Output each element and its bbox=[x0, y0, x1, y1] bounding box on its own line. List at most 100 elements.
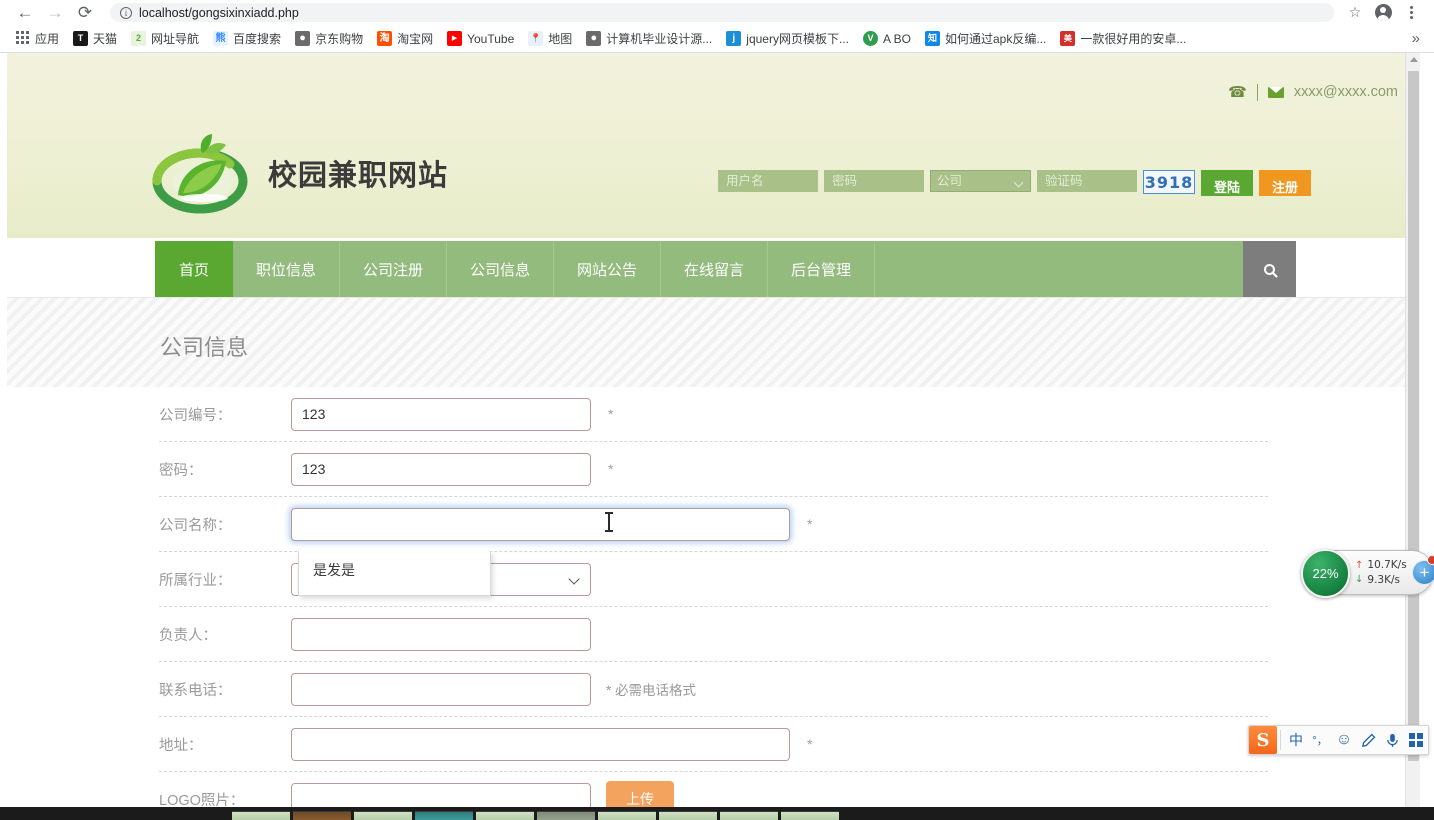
input-password[interactable] bbox=[291, 452, 591, 486]
label-industry: 所属行业： bbox=[159, 572, 232, 589]
scroll-up-arrow-icon[interactable] bbox=[1409, 57, 1418, 62]
bookmark-zhihu-apk[interactable]: 知 如何通过apk反编... bbox=[918, 27, 1053, 50]
sogou-logo-icon[interactable]: S bbox=[1249, 726, 1277, 754]
tmall-icon: T bbox=[73, 31, 89, 46]
page-scrollbar[interactable] bbox=[1405, 53, 1420, 820]
nav-item-job-info[interactable]: 职位信息 bbox=[233, 241, 340, 297]
network-percent-ball[interactable]: 22% bbox=[1301, 549, 1350, 598]
bookmark-star-icon[interactable]: ☆ bbox=[1342, 1, 1368, 25]
search-icon bbox=[1264, 263, 1275, 275]
bookmark-tmall[interactable]: T 天猫 bbox=[66, 27, 124, 50]
nav-item-message-board[interactable]: 在线留言 bbox=[661, 241, 768, 297]
chrome-toolbar-right: ☆ bbox=[1334, 1, 1424, 25]
input-address[interactable] bbox=[291, 727, 790, 761]
brand[interactable]: 校园兼职网站 bbox=[150, 131, 448, 215]
taskbar-item[interactable] bbox=[720, 811, 778, 820]
username-input[interactable] bbox=[718, 170, 818, 192]
pen-icon[interactable] bbox=[1356, 726, 1380, 754]
login-button[interactable]: 登陆 bbox=[1201, 170, 1253, 196]
label-phone: 联系电话： bbox=[159, 682, 232, 699]
site-info-icon[interactable]: i bbox=[120, 6, 132, 19]
scrollbar-thumb[interactable] bbox=[1408, 71, 1419, 761]
zhihu-icon: 知 bbox=[924, 31, 940, 46]
bookmark-label: 地图 bbox=[548, 32, 573, 46]
required-mark: * bbox=[608, 406, 614, 422]
bookmark-label: 如何通过apk反编... bbox=[944, 32, 1047, 46]
taskbar-item[interactable] bbox=[781, 811, 839, 820]
role-select[interactable]: 公司 bbox=[930, 170, 1031, 192]
address-bar[interactable]: i localhost/gongsixinxiadd.php bbox=[110, 3, 1334, 22]
reload-icon[interactable]: ⟳ bbox=[70, 1, 100, 25]
bookmark-graduation-design[interactable]: ● 计算机毕业设计源... bbox=[579, 27, 719, 50]
header-email: xxxx@xxxx.com bbox=[1293, 84, 1398, 100]
nav-item-company-register[interactable]: 公司注册 bbox=[340, 241, 447, 297]
form-row-manager: 负责人： bbox=[159, 607, 1268, 662]
taskbar-item[interactable] bbox=[232, 811, 290, 820]
site-header: ☎ xxxx@xxxx.com 校园兼职网站 用户名 公司 验证码 3918 登… bbox=[7, 53, 1420, 238]
website-page: ☎ xxxx@xxxx.com 校园兼职网站 用户名 公司 验证码 3918 登… bbox=[7, 53, 1420, 820]
autocomplete-item[interactable]: 是发是 bbox=[299, 551, 490, 589]
leaf-circle-logo bbox=[150, 131, 250, 215]
input-company-name[interactable] bbox=[291, 507, 790, 541]
bookmark-baidu[interactable]: 熊 百度搜索 bbox=[206, 27, 288, 50]
taskbar-item[interactable] bbox=[476, 811, 534, 820]
register-button[interactable]: 注册 bbox=[1259, 170, 1311, 196]
nav-item-company-info[interactable]: 公司信息 bbox=[447, 241, 554, 297]
bookmark-label: jquery网页模板下... bbox=[746, 32, 849, 46]
mail-icon bbox=[1267, 86, 1284, 98]
taskbar-item[interactable] bbox=[598, 811, 656, 820]
bookmark-apps[interactable]: 应用 bbox=[8, 27, 66, 50]
captcha-input[interactable] bbox=[1037, 170, 1137, 192]
mic-icon[interactable] bbox=[1380, 726, 1404, 754]
bookmark-a-bo[interactable]: V A BO bbox=[856, 28, 918, 49]
address-bar-url: localhost/gongsixinxiadd.php bbox=[139, 5, 299, 20]
bookmark-youtube[interactable]: ▶ YouTube bbox=[440, 28, 521, 49]
bookmark-label: 网址导航 bbox=[151, 32, 200, 46]
taskbar-item[interactable] bbox=[537, 811, 595, 820]
password-input[interactable] bbox=[824, 170, 924, 192]
divider bbox=[1280, 730, 1281, 750]
ime-punctuation-button[interactable]: °， bbox=[1308, 726, 1332, 754]
bookmark-label: 计算机毕业设计源... bbox=[606, 32, 713, 46]
apps-grid-icon bbox=[15, 31, 30, 46]
label-address: 地址： bbox=[159, 737, 203, 754]
taskbar-item[interactable] bbox=[354, 811, 412, 820]
network-speed-widget[interactable]: 22% ↑ 10.7K/s ↓ 9.3K/s + bbox=[1301, 549, 1434, 598]
text-cursor-icon bbox=[605, 512, 613, 532]
required-mark: * bbox=[807, 516, 813, 532]
bookmark-hao123[interactable]: 2 网址导航 bbox=[124, 27, 206, 50]
apps-grid-icon[interactable] bbox=[1404, 726, 1428, 754]
required-mark: * bbox=[807, 736, 813, 752]
profile-avatar[interactable] bbox=[1370, 1, 1396, 25]
back-arrow-icon[interactable]: ← bbox=[10, 1, 40, 25]
bookmark-taobao[interactable]: 淘 淘宝网 bbox=[370, 27, 440, 50]
nav-search-button[interactable] bbox=[1243, 241, 1296, 297]
notification-dot-icon bbox=[1427, 555, 1434, 565]
nav-item-announcements[interactable]: 网站公告 bbox=[554, 241, 661, 297]
input-company-id[interactable] bbox=[291, 397, 591, 431]
bookmark-jd[interactable]: ● 京东购物 bbox=[288, 27, 370, 50]
ime-language-mode-button[interactable]: 中 bbox=[1284, 726, 1308, 754]
taskbar-item[interactable] bbox=[415, 811, 473, 820]
bookmark-jquery-template[interactable]: j jquery网页模板下... bbox=[719, 27, 856, 50]
taskbar-item[interactable] bbox=[659, 811, 717, 820]
ime-toolbar[interactable]: S 中 °， ☺ bbox=[1248, 725, 1429, 755]
nav-item-home[interactable]: 首页 bbox=[155, 241, 233, 297]
bookmarks-overflow-icon[interactable]: » bbox=[1406, 30, 1426, 47]
form-row-company-id: 公司编号： * bbox=[159, 387, 1268, 442]
page-viewport: ☎ xxxx@xxxx.com 校园兼职网站 用户名 公司 验证码 3918 登… bbox=[0, 53, 1434, 820]
taskbar-item[interactable] bbox=[293, 811, 351, 820]
hao123-icon: 2 bbox=[131, 31, 147, 46]
company-info-form: 公司编号： * 密码： * 公司名称： * 所属行业： bbox=[7, 387, 1420, 820]
input-phone[interactable] bbox=[291, 672, 591, 706]
nav-item-admin[interactable]: 后台管理 bbox=[768, 241, 875, 297]
captcha-code[interactable]: 3918 bbox=[1143, 170, 1195, 194]
autocomplete-dropdown[interactable]: 是发是 bbox=[298, 551, 491, 596]
input-manager[interactable] bbox=[291, 617, 591, 651]
chrome-menu-icon[interactable] bbox=[1398, 1, 1424, 25]
ime-emoji-button[interactable]: ☺ bbox=[1332, 726, 1356, 754]
os-taskbar bbox=[0, 807, 1434, 820]
bookmark-android-tool[interactable]: 美 一款很好用的安卓... bbox=[1053, 27, 1193, 50]
jquery-icon: j bbox=[726, 31, 742, 46]
bookmark-map[interactable]: 📍 地图 bbox=[521, 27, 579, 50]
